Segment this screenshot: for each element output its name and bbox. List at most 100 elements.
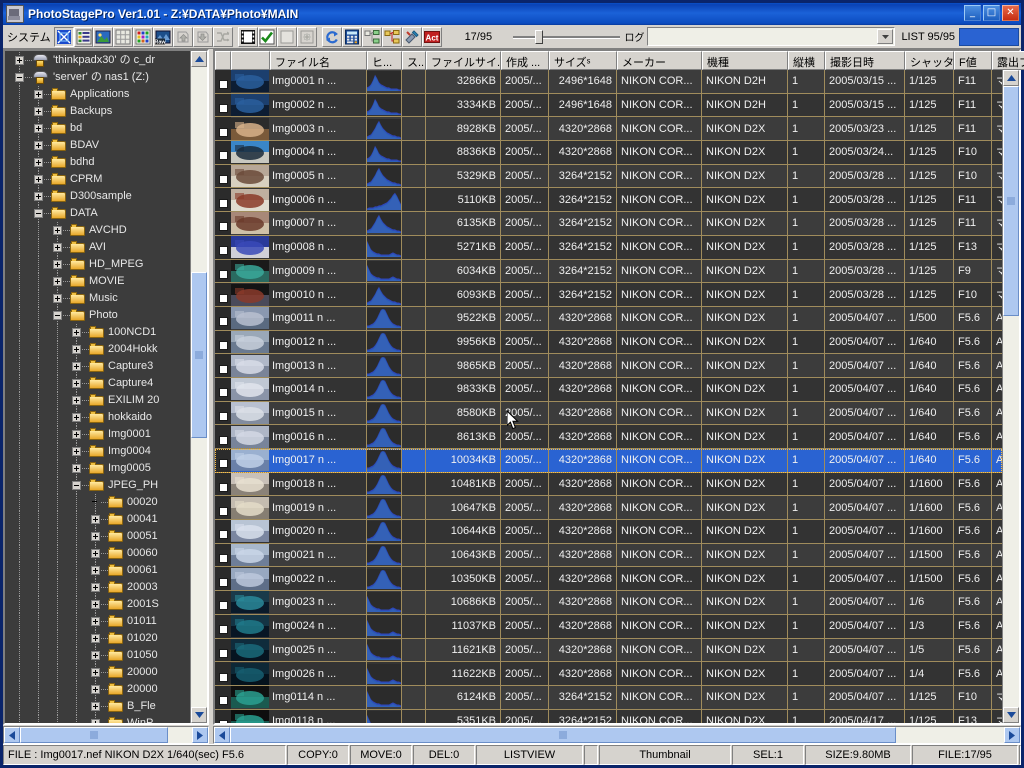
expand-icon[interactable] xyxy=(53,277,62,286)
table-row[interactable]: Img0006 n ... 5110KB 2005/... 3264*2152 NIKO… xyxy=(215,188,1002,213)
expand-icon[interactable] xyxy=(91,685,100,694)
minimize-button[interactable]: _ xyxy=(964,5,981,21)
row-checkbox[interactable] xyxy=(215,70,231,94)
row-checkbox[interactable] xyxy=(215,401,231,426)
grid-view-icon[interactable] xyxy=(113,26,134,47)
column-header-shutter[interactable]: シャッター ... xyxy=(905,51,954,70)
filmstrip-icon[interactable] xyxy=(237,26,258,47)
table-row[interactable]: Img0003 n ... 8928KB 2005/... 4320*2868 NIKO… xyxy=(215,117,1002,142)
row-checkbox[interactable] xyxy=(215,164,231,189)
raw-icon[interactable]: Raw xyxy=(153,26,174,47)
expand-icon[interactable] xyxy=(53,260,62,269)
expand-icon[interactable] xyxy=(53,294,62,303)
checkbox-icon[interactable] xyxy=(218,530,228,540)
expand-icon[interactable] xyxy=(15,56,24,65)
close-button[interactable]: ✕ xyxy=(1002,5,1019,21)
system-menu-button[interactable]: システム xyxy=(5,27,54,47)
scroll-down-button[interactable] xyxy=(191,707,207,723)
column-header-histogram[interactable]: ヒ... xyxy=(367,51,402,70)
shuffle-icon[interactable] xyxy=(212,26,233,47)
table-row[interactable]: Img0007 n ... 6135KB 2005/... 3264*2152 NIKO… xyxy=(215,212,1002,236)
expand-icon[interactable] xyxy=(91,566,100,575)
row-checkbox[interactable] xyxy=(215,235,231,260)
checkbox-icon[interactable] xyxy=(218,672,228,682)
expand-icon[interactable] xyxy=(72,328,81,337)
row-checkbox[interactable] xyxy=(215,212,231,236)
checkbox-icon[interactable] xyxy=(218,696,228,706)
row-checkbox[interactable] xyxy=(215,591,231,615)
expand-icon[interactable] xyxy=(53,243,62,252)
checkbox-icon[interactable] xyxy=(218,625,228,635)
checkbox-icon[interactable] xyxy=(218,577,228,587)
log-combobox[interactable] xyxy=(647,27,896,46)
table-row[interactable]: Img0011 n ... 9522KB 2005/... 4320*2868 NIKO… xyxy=(215,306,1002,331)
tree-node[interactable]: WinP_ xyxy=(5,715,190,723)
table-row[interactable]: Img0002 n ... 3334KB 2005/... 2496*1648 NIKO… xyxy=(215,93,1002,118)
checkbox-icon[interactable] xyxy=(218,648,228,658)
row-checkbox[interactable] xyxy=(215,283,231,307)
table-row[interactable]: Img0017 n ... 10034KB 2005/... 4320*2868 NIK… xyxy=(215,449,1002,473)
link-icon[interactable] xyxy=(297,26,318,47)
checkmark-icon[interactable] xyxy=(257,26,278,47)
expand-icon[interactable] xyxy=(34,141,43,150)
expand-icon[interactable] xyxy=(72,396,81,405)
expand-icon[interactable] xyxy=(34,175,43,184)
column-header-fvalue[interactable]: F値 xyxy=(954,51,992,70)
tree-node[interactable]: 20000 xyxy=(5,681,190,698)
expand-icon[interactable] xyxy=(91,668,100,677)
tree-node[interactable]: bd xyxy=(5,120,190,137)
tree-node[interactable]: AVCHD xyxy=(5,222,190,239)
collapse-icon[interactable] xyxy=(53,311,62,320)
table-row[interactable]: Img0004 n ... 8836KB 2005/... 4320*2868 NIKO… xyxy=(215,141,1002,165)
expand-icon[interactable] xyxy=(91,549,100,558)
row-checkbox[interactable] xyxy=(215,117,231,142)
chevron-down-icon[interactable] xyxy=(877,29,894,44)
table-row[interactable]: Img0008 n ... 5271KB 2005/... 3264*2152 NIKO… xyxy=(215,235,1002,260)
tree-node[interactable]: 'thinkpadx30' の c_dr xyxy=(5,52,190,69)
column-header-star[interactable]: ス... xyxy=(402,51,426,70)
checkbox-icon[interactable] xyxy=(218,719,228,723)
tree-node[interactable]: JPEG_PH xyxy=(5,477,190,494)
expand-icon[interactable] xyxy=(34,124,43,133)
folder-tree[interactable]: 'thinkpadx30' の c_dr 'server' の nas1 (Z:)… xyxy=(3,49,209,725)
tree-scroll-thumb[interactable] xyxy=(191,271,207,439)
row-checkbox[interactable] xyxy=(215,685,231,710)
column-header-maker[interactable]: メーカー xyxy=(617,51,702,70)
tree-node[interactable]: Music xyxy=(5,290,190,307)
row-checkbox[interactable] xyxy=(215,543,231,568)
row-checkbox[interactable] xyxy=(215,141,231,165)
row-checkbox[interactable] xyxy=(215,496,231,521)
tree-node[interactable]: EXILIM 20 xyxy=(5,392,190,409)
tree-node[interactable]: 01020 xyxy=(5,630,190,647)
tree-hscroll-thumb[interactable] xyxy=(20,727,168,743)
tree-node[interactable]: Img0001 xyxy=(5,426,190,443)
table-row[interactable]: Img0020 n ... 10644KB 2005/... 4320*2868 NIK… xyxy=(215,520,1002,544)
scroll-right-button[interactable] xyxy=(192,727,208,743)
row-checkbox[interactable] xyxy=(215,638,231,663)
column-header-orientation[interactable]: 縦横 xyxy=(788,51,825,70)
tree-node[interactable]: 00061 xyxy=(5,562,190,579)
expand-icon[interactable] xyxy=(91,651,100,660)
expand-icon[interactable] xyxy=(91,532,100,541)
tree-node[interactable]: B_Fle xyxy=(5,698,190,715)
row-checkbox[interactable] xyxy=(215,330,231,355)
table-row[interactable]: Img0021 n ... 10643KB 2005/... 4320*2868 NIK… xyxy=(215,543,1002,568)
row-checkbox[interactable] xyxy=(215,93,231,118)
expand-icon[interactable] xyxy=(72,413,81,422)
checkbox-icon[interactable] xyxy=(218,222,228,232)
blank-page-icon[interactable] xyxy=(277,26,298,47)
refresh-icon[interactable] xyxy=(322,26,343,47)
table-row[interactable]: Img0014 n ... 9833KB 2005/... 4320*2868 NIKO… xyxy=(215,377,1002,402)
expand-icon[interactable] xyxy=(91,634,100,643)
expand-icon[interactable] xyxy=(72,447,81,456)
tree-node[interactable]: 'server' の nas1 (Z:) xyxy=(5,69,190,86)
thumbnail-size-slider[interactable] xyxy=(511,27,622,47)
import-arrow-icon[interactable] xyxy=(173,26,193,47)
row-checkbox[interactable] xyxy=(215,709,231,723)
row-checkbox[interactable] xyxy=(215,354,231,378)
tree-node[interactable]: Capture3 xyxy=(5,358,190,375)
expand-icon[interactable] xyxy=(34,158,43,167)
tree-node[interactable]: DATA xyxy=(5,205,190,222)
title-bar[interactable]: PhotoStagePro Ver1.01 - Z:¥DATA¥Photo¥MA… xyxy=(3,3,1021,25)
row-checkbox[interactable] xyxy=(215,188,231,213)
